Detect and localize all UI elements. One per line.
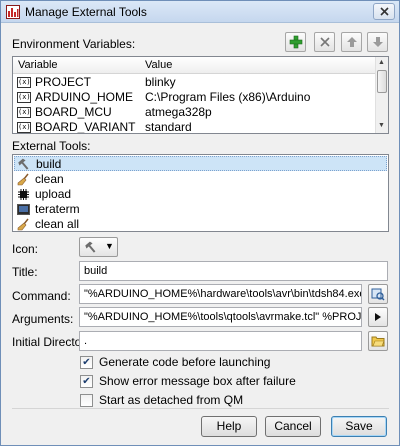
start-detached-checkbox[interactable] (80, 394, 93, 407)
variable-icon: (x) (17, 92, 31, 103)
external-tools-list[interactable]: build clean upload teraterm clean all (12, 154, 389, 232)
command-input[interactable]: "%ARDUINO_HOME%\hardware\tools\avr\bin\t… (79, 284, 362, 304)
title-bar: Manage External Tools (1, 1, 399, 23)
generate-code-label[interactable]: Generate code before launching (99, 355, 270, 369)
add-variable-button[interactable] (285, 32, 306, 52)
cancel-button[interactable]: Cancel (265, 416, 321, 437)
terminal-icon (17, 204, 30, 215)
move-up-button[interactable] (341, 32, 362, 52)
manage-external-tools-dialog: Manage External Tools Environment Variab… (0, 0, 400, 446)
tool-label: upload (35, 187, 72, 201)
variable-icon: (x) (17, 122, 31, 133)
table-row[interactable]: (x) ARDUINO_HOME C:\Program Files (x86)\… (13, 90, 376, 105)
variable-value: blinky (145, 75, 176, 89)
arguments-menu-button[interactable] (368, 307, 388, 327)
column-header-value[interactable]: Value (145, 59, 172, 71)
tool-label: teraterm (35, 202, 80, 216)
tool-label: clean (35, 172, 64, 186)
broom-icon (17, 173, 29, 186)
move-down-button[interactable] (367, 32, 388, 52)
title-label: Title: (12, 265, 38, 279)
move-down-icon (372, 37, 383, 47)
external-tools-label: External Tools: (12, 139, 91, 153)
env-table-scrollbar[interactable]: ▲ ▼ (375, 57, 388, 133)
browse-command-button[interactable] (368, 284, 388, 304)
save-button[interactable]: Save (331, 416, 387, 437)
chip-icon (18, 189, 29, 200)
list-item[interactable]: clean (14, 172, 387, 187)
variable-value: standard (145, 120, 192, 134)
move-up-icon (346, 37, 357, 47)
chevron-down-icon: ▼ (105, 241, 114, 251)
initial-directory-input[interactable]: . (79, 331, 362, 351)
env-vars-label: Environment Variables: (12, 37, 136, 51)
tool-label: build (36, 157, 62, 171)
window-title: Manage External Tools (25, 5, 147, 19)
list-item[interactable]: build (14, 156, 387, 171)
delete-variable-button[interactable] (314, 32, 335, 52)
scroll-up-arrow-icon[interactable]: ▲ (378, 59, 385, 66)
variable-icon: (x) (17, 77, 31, 88)
scrollbar-thumb[interactable] (377, 70, 387, 93)
list-item[interactable]: teraterm (14, 202, 387, 217)
start-detached-label[interactable]: Start as detached from QM (99, 393, 243, 407)
list-item[interactable]: clean all (14, 217, 387, 231)
icon-label: Icon: (12, 242, 39, 256)
broom-icon (17, 218, 29, 231)
generate-code-checkbox[interactable]: ✔ (80, 356, 93, 369)
table-row[interactable]: (x) BOARD_MCU atmega328p (13, 105, 376, 120)
arguments-input[interactable]: "%ARDUINO_HOME%\tools\qtools\avrmake.tcl… (79, 307, 362, 327)
title-input[interactable]: build (79, 261, 388, 281)
browse-directory-button[interactable] (368, 331, 388, 351)
variable-name: PROJECT (35, 75, 92, 89)
arguments-label: Arguments: (12, 312, 74, 326)
command-label: Command: (12, 289, 71, 303)
add-icon (289, 35, 302, 49)
app-icon (6, 5, 20, 19)
column-header-variable[interactable]: Variable (18, 59, 58, 71)
tool-label: clean all (35, 217, 80, 231)
variable-icon: (x) (17, 107, 31, 118)
variable-name: BOARD_MCU (35, 105, 112, 119)
icon-selector-button[interactable]: ▼ (79, 237, 118, 257)
env-vars-table[interactable]: Variable Value (x) PROJECT blinky (x) AR… (12, 56, 389, 134)
scroll-down-arrow-icon[interactable]: ▼ (378, 122, 385, 129)
browse-icon (371, 288, 385, 301)
hammer-icon (85, 241, 96, 253)
table-row[interactable]: (x) PROJECT blinky (13, 75, 376, 90)
show-error-label[interactable]: Show error message box after failure (99, 374, 296, 388)
variable-name: ARDUINO_HOME (35, 90, 134, 104)
close-button[interactable] (373, 3, 395, 20)
list-item[interactable]: upload (14, 187, 387, 202)
variable-value: C:\Program Files (x86)\Arduino (145, 90, 311, 104)
divider (12, 408, 389, 409)
variable-name: BOARD_VARIANT (35, 120, 136, 134)
variable-value: atmega328p (145, 105, 212, 119)
hammer-icon (18, 158, 29, 170)
table-row[interactable]: (x) BOARD_VARIANT standard (13, 120, 376, 134)
show-error-checkbox[interactable]: ✔ (80, 375, 93, 388)
folder-icon (371, 336, 385, 347)
help-button[interactable]: Help (201, 416, 257, 437)
close-icon (379, 7, 389, 16)
delete-icon (319, 37, 330, 47)
arrow-right-icon (375, 313, 381, 321)
env-table-header: Variable Value (13, 57, 376, 74)
